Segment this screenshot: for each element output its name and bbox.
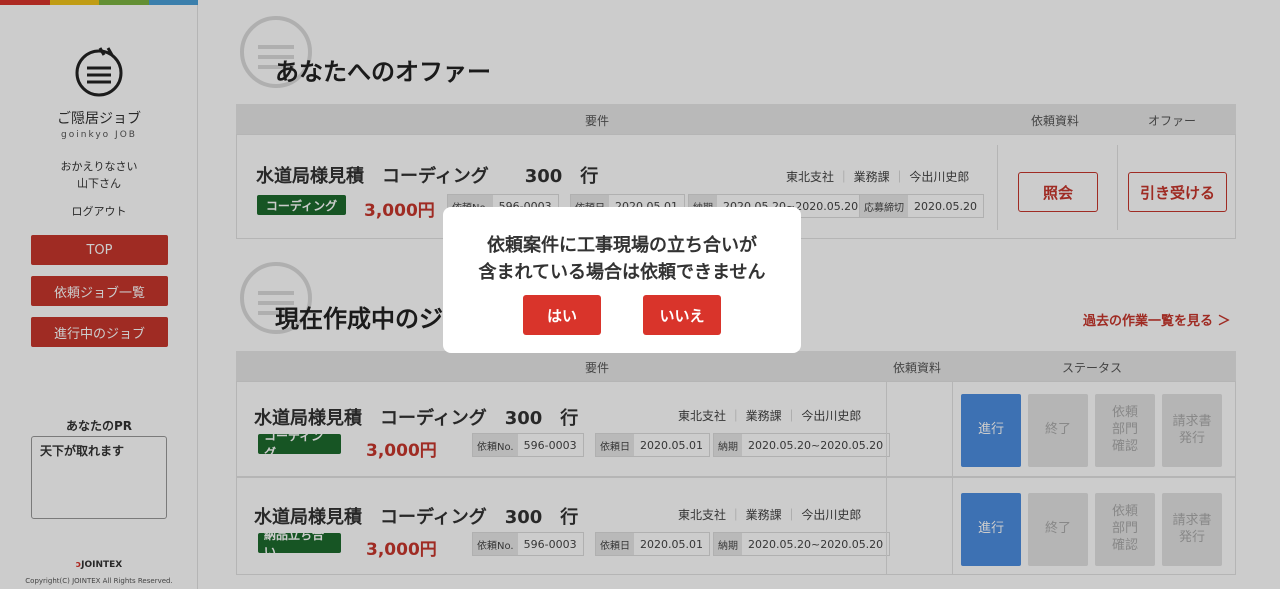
dialog-message-line2: 含まれている場合は依頼できません <box>478 262 766 283</box>
no-button[interactable]: いいえ <box>643 295 721 335</box>
yes-button[interactable]: はい <box>523 295 601 335</box>
dialog-message-line1: 依頼案件に工事現場の立ち合いが <box>487 235 757 256</box>
confirm-dialog: 依頼案件に工事現場の立ち合いが 含まれている場合は依頼できません はい いいえ <box>443 207 801 353</box>
